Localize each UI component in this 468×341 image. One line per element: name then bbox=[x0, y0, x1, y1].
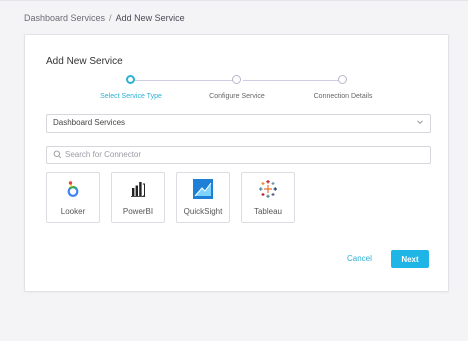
connector-tile-quicksight[interactable]: QuickSight bbox=[176, 172, 230, 223]
stepper: Select Service Type Configure Service Co… bbox=[25, 74, 448, 104]
connector-tile-tableau[interactable]: Tableau bbox=[241, 172, 295, 223]
powerbi-icon bbox=[131, 182, 145, 197]
connector-search bbox=[46, 146, 431, 164]
step-1-label: Select Service Type bbox=[100, 93, 162, 100]
service-type-select[interactable]: Dashboard Services bbox=[46, 114, 431, 133]
connector-tile-looker[interactable]: Looker bbox=[46, 172, 100, 223]
connector-name: PowerBI bbox=[122, 207, 154, 216]
breadcrumb-parent[interactable]: Dashboard Services bbox=[24, 13, 105, 23]
breadcrumb-separator: / bbox=[109, 13, 112, 23]
connector-name: Looker bbox=[60, 207, 86, 216]
connector-name: QuickSight bbox=[183, 207, 223, 216]
step-3-label: Connection Details bbox=[313, 93, 373, 100]
top-divider bbox=[0, 0, 468, 1]
quicksight-icon bbox=[193, 179, 213, 199]
cancel-button[interactable]: Cancel bbox=[347, 254, 372, 263]
step-2-label: Configure Service bbox=[209, 93, 265, 100]
step-2-indicator bbox=[232, 75, 241, 84]
next-button[interactable]: Next bbox=[391, 250, 429, 268]
search-input[interactable] bbox=[65, 148, 415, 160]
service-type-value: Dashboard Services bbox=[53, 118, 126, 127]
breadcrumb-current: Add New Service bbox=[115, 13, 185, 23]
stepper-connector bbox=[135, 80, 236, 81]
page-title: Add New Service bbox=[46, 56, 123, 67]
breadcrumb: Dashboard Services / Add New Service bbox=[24, 13, 185, 23]
chevron-down-icon bbox=[417, 120, 423, 124]
looker-icon bbox=[67, 181, 79, 197]
search-icon bbox=[53, 150, 62, 159]
tableau-icon bbox=[259, 180, 277, 198]
step-1-indicator bbox=[126, 75, 135, 84]
connector-name: Tableau bbox=[253, 207, 283, 216]
connector-tile-powerbi[interactable]: PowerBI bbox=[111, 172, 165, 223]
step-3-indicator bbox=[338, 75, 347, 84]
add-service-card: Add New Service Select Service Type Conf… bbox=[24, 34, 449, 292]
stepper-connector bbox=[243, 80, 340, 81]
